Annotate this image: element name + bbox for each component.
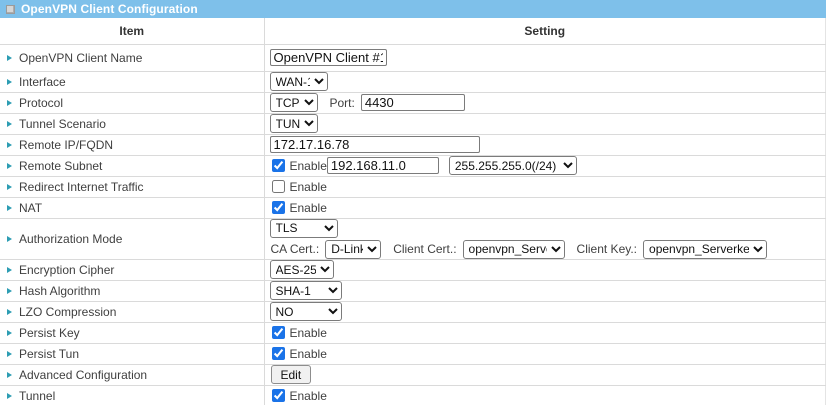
item-label-nat: NAT xyxy=(19,201,42,215)
item-label-tunnel-scenario: Tunnel Scenario xyxy=(19,117,106,131)
redirect-traffic-enable-checkbox[interactable] xyxy=(272,180,285,193)
interface-select[interactable]: WAN-1 xyxy=(270,72,328,91)
protocol-select[interactable]: TCP xyxy=(270,93,318,112)
row-persist-tun: Persist Tun Enable xyxy=(0,343,826,364)
ca-cert-select[interactable]: D-Link xyxy=(325,240,381,259)
client-cert-select[interactable]: openvpn_Server xyxy=(463,240,565,259)
page-title: OpenVPN Client Configuration xyxy=(21,2,198,16)
item-arrow-icon xyxy=(7,79,12,85)
remote-subnet-ip-input[interactable] xyxy=(327,157,439,174)
column-header-item: Item xyxy=(0,18,264,44)
row-remote-subnet: Remote Subnet Enable 255.255.255.0(/24) xyxy=(0,155,826,176)
item-label-persist-key: Persist Key xyxy=(19,326,80,340)
row-hash-algorithm: Hash Algorithm SHA-1 xyxy=(0,280,826,301)
row-remote-ip: Remote IP/FQDN xyxy=(0,134,826,155)
authorization-mode-select[interactable]: TLS xyxy=(270,219,338,238)
lzo-compression-select[interactable]: NO xyxy=(270,302,342,321)
tunnel-scenario-select[interactable]: TUN xyxy=(270,114,318,133)
advanced-configuration-edit-button[interactable]: Edit xyxy=(271,365,312,384)
item-label-encryption-cipher: Encryption Cipher xyxy=(19,263,114,277)
item-arrow-icon xyxy=(7,288,12,294)
hash-algorithm-select[interactable]: SHA-1 xyxy=(270,281,342,300)
item-label-redirect-traffic: Redirect Internet Traffic xyxy=(19,180,144,194)
row-tunnel-scenario: Tunnel Scenario TUN xyxy=(0,113,826,134)
remote-subnet-enable-checkbox[interactable] xyxy=(272,159,285,172)
item-arrow-icon xyxy=(7,372,12,378)
column-header-setting: Setting xyxy=(264,18,826,44)
tunnel-enable-label: Enable xyxy=(290,389,327,403)
row-interface: Interface WAN-1 xyxy=(0,71,826,92)
item-label-client-name: OpenVPN Client Name xyxy=(19,51,142,65)
client-key-label: Client Key.: xyxy=(577,242,637,256)
item-label-persist-tun: Persist Tun xyxy=(19,347,79,361)
row-persist-key: Persist Key Enable xyxy=(0,322,826,343)
persist-tun-enable-label: Enable xyxy=(290,347,327,361)
client-key-select[interactable]: openvpn_Serverkey xyxy=(643,240,767,259)
item-arrow-icon xyxy=(7,393,12,399)
persist-tun-enable-checkbox[interactable] xyxy=(272,347,285,360)
port-label: Port: xyxy=(330,96,355,110)
item-label-authorization-mode: Authorization Mode xyxy=(19,232,122,246)
row-advanced-configuration: Advanced Configuration Edit xyxy=(0,364,826,385)
item-arrow-icon xyxy=(7,351,12,357)
nat-enable-label: Enable xyxy=(290,201,327,215)
item-label-remote-subnet: Remote Subnet xyxy=(19,159,102,173)
item-arrow-icon xyxy=(7,330,12,336)
item-arrow-icon xyxy=(7,142,12,148)
row-tunnel: Tunnel Enable xyxy=(0,385,826,405)
item-arrow-icon xyxy=(7,236,12,242)
remote-subnet-mask-select[interactable]: 255.255.255.0(/24) xyxy=(449,156,577,175)
row-protocol: Protocol TCP Port: xyxy=(0,92,826,113)
item-label-hash-algorithm: Hash Algorithm xyxy=(19,284,100,298)
encryption-cipher-select[interactable]: AES-256 xyxy=(270,260,334,279)
remote-ip-input[interactable] xyxy=(270,136,480,153)
item-label-advanced-configuration: Advanced Configuration xyxy=(19,368,147,382)
row-lzo-compression: LZO Compression NO xyxy=(0,301,826,322)
client-cert-label: Client Cert.: xyxy=(393,242,456,256)
table-header-row: Item Setting xyxy=(0,18,826,44)
row-encryption-cipher: Encryption Cipher AES-256 xyxy=(0,259,826,280)
port-input[interactable] xyxy=(361,94,465,111)
item-arrow-icon xyxy=(7,267,12,273)
item-arrow-icon xyxy=(7,184,12,190)
row-nat: NAT Enable xyxy=(0,197,826,218)
item-arrow-icon xyxy=(7,121,12,127)
config-table: Item Setting OpenVPN Client Name Interfa… xyxy=(0,18,826,405)
tunnel-enable-checkbox[interactable] xyxy=(272,389,285,402)
redirect-traffic-enable-label: Enable xyxy=(290,180,327,194)
item-label-protocol: Protocol xyxy=(19,96,63,110)
row-authorization-mode: Authorization Mode TLS CA Cert.: D-Link … xyxy=(0,218,826,259)
persist-key-enable-label: Enable xyxy=(290,326,327,340)
item-arrow-icon xyxy=(7,309,12,315)
persist-key-enable-checkbox[interactable] xyxy=(272,326,285,339)
item-arrow-icon xyxy=(7,55,12,61)
openvpn-client-config-window: OpenVPN Client Configuration Item Settin… xyxy=(0,0,826,405)
item-label-lzo-compression: LZO Compression xyxy=(19,305,116,319)
window-square-icon xyxy=(6,5,15,14)
item-arrow-icon xyxy=(7,163,12,169)
item-label-remote-ip: Remote IP/FQDN xyxy=(19,138,113,152)
row-client-name: OpenVPN Client Name xyxy=(0,44,826,71)
row-redirect-traffic: Redirect Internet Traffic Enable xyxy=(0,176,826,197)
client-name-input[interactable] xyxy=(270,49,387,66)
item-label-interface: Interface xyxy=(19,75,66,89)
ca-cert-label: CA Cert.: xyxy=(271,242,320,256)
item-arrow-icon xyxy=(7,100,12,106)
title-bar: OpenVPN Client Configuration xyxy=(0,0,826,18)
nat-enable-checkbox[interactable] xyxy=(272,201,285,214)
remote-subnet-enable-label: Enable xyxy=(290,159,327,173)
item-arrow-icon xyxy=(7,205,12,211)
item-label-tunnel: Tunnel xyxy=(19,389,55,403)
